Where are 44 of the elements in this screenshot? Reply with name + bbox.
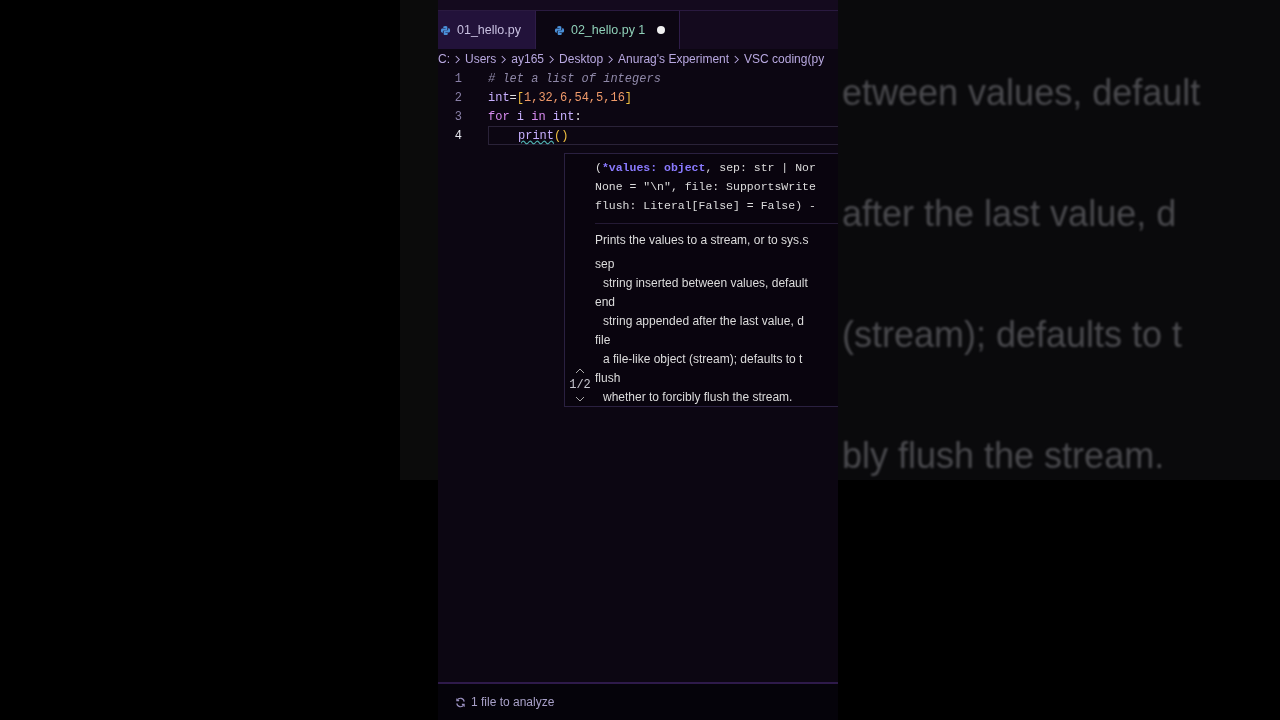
python-icon <box>553 24 565 36</box>
parameter-name: file <box>595 332 612 349</box>
overload-counter: 1/2 <box>569 378 591 392</box>
blurred-text: after the last value, d <box>841 193 1178 236</box>
sync-icon <box>455 696 466 708</box>
description-text: Prints the values to a stream, or to sys.s <box>595 232 810 249</box>
python-icon <box>440 24 451 36</box>
breadcrumb-item[interactable]: Users <box>465 52 497 66</box>
status-text[interactable]: 1 file to analyze <box>471 695 555 709</box>
parameter-doc: a file-like object (stream); defaults to t <box>602 351 804 368</box>
code-line: int=[1,32,6,54,5,16] <box>488 89 634 106</box>
parameter-doc: string inserted between values, default <box>602 275 809 292</box>
chevron-icon <box>500 54 508 64</box>
parameter-name: flush <box>595 370 622 387</box>
line-number: 3 <box>453 109 463 124</box>
code-line: # let a list of integers <box>488 70 662 87</box>
line-number: 2 <box>453 90 463 105</box>
breadcrumb-item[interactable]: Anurag's Experiment <box>618 52 730 66</box>
chevron-icon <box>733 54 741 64</box>
signature-line: None = "\n", file: SupportsWrite <box>595 179 817 195</box>
chevron-icon <box>607 54 615 64</box>
chevron-down-icon[interactable] <box>575 396 585 402</box>
parameter-doc: whether to forcibly flush the stream. <box>602 389 794 406</box>
code-line: for i in int: <box>488 108 583 125</box>
editor-tab[interactable]: 01_hello.py <box>438 11 536 49</box>
signature-line: (*values: object, sep: str | Nor <box>595 160 817 176</box>
signature-line: flush: Literal[False] = False) - <box>595 198 817 214</box>
blurred-text: etween values, default <box>841 72 1202 115</box>
blurred-text: (stream); defaults to t <box>841 314 1184 357</box>
line-number: 4 <box>453 128 463 143</box>
line-number: 1 <box>453 71 463 86</box>
chevron-icon <box>548 54 556 64</box>
breadcrumb-item[interactable]: C: <box>438 52 450 66</box>
chevron-up-icon[interactable] <box>575 368 585 374</box>
blurred-text: bly flush the stream. <box>841 435 1166 478</box>
breadcrumb-item[interactable]: VSC coding(py <box>744 52 825 66</box>
parameter-name: end <box>595 294 617 311</box>
breadcrumb-item[interactable]: Desktop <box>559 52 604 66</box>
chevron-icon <box>454 54 461 64</box>
code-line: print() <box>488 126 838 145</box>
parameter-name: sep <box>595 256 616 273</box>
editor-tab[interactable]: 02_hello.py 1 <box>535 11 681 49</box>
breadcrumb-item[interactable]: ay165 <box>511 52 545 66</box>
parameter-doc: string appended after the last value, d <box>602 313 805 330</box>
